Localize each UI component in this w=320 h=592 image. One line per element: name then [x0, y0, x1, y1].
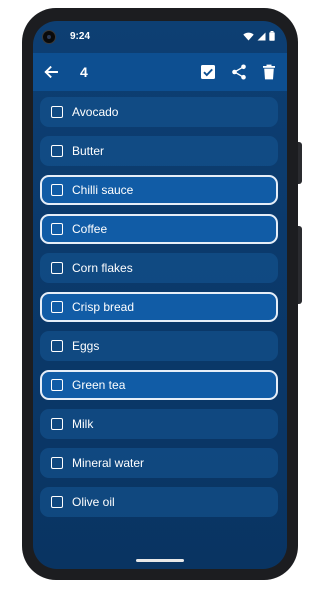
status-bar: 9:24 [33, 21, 287, 53]
signal-icon [257, 32, 266, 40]
item-label: Avocado [72, 105, 119, 119]
item-label: Butter [72, 144, 105, 158]
item-label: Green tea [72, 378, 126, 392]
list-item[interactable]: Avocado [40, 97, 278, 127]
list-item[interactable]: Butter [40, 136, 278, 166]
list-item[interactable]: Corn flakes [40, 253, 278, 283]
status-time: 9:24 [70, 31, 91, 42]
check-box-icon[interactable] [199, 63, 217, 81]
item-label: Crisp bread [72, 300, 135, 314]
app-bar: 4 [33, 53, 287, 91]
checkbox[interactable] [51, 184, 63, 196]
checkbox[interactable] [51, 496, 63, 508]
checkbox[interactable] [51, 262, 63, 274]
checkbox[interactable] [51, 301, 63, 313]
checkbox[interactable] [51, 223, 63, 235]
item-label: Coffee [72, 222, 108, 236]
trash-icon[interactable] [260, 63, 278, 81]
item-label: Chilli sauce [72, 183, 134, 197]
item-label: Mineral water [72, 456, 145, 470]
item-label: Olive oil [72, 495, 115, 509]
list-item-selected[interactable]: Chilli sauce [40, 175, 278, 205]
item-label: Corn flakes [72, 261, 133, 275]
list-item-selected[interactable]: Green tea [40, 370, 278, 400]
front-camera [42, 30, 56, 44]
checkbox[interactable] [51, 340, 63, 352]
checkbox[interactable] [51, 457, 63, 469]
list-item[interactable]: Eggs [40, 331, 278, 361]
screen: 9:24 4 Avocado Butter Chilli sauce Coffe… [33, 21, 287, 569]
arrow-left-icon[interactable] [41, 62, 61, 82]
item-label: Milk [72, 417, 94, 431]
volume-button [298, 226, 302, 304]
list-item[interactable]: Milk [40, 409, 278, 439]
list-item-selected[interactable]: Crisp bread [40, 292, 278, 322]
home-indicator[interactable] [136, 559, 184, 562]
item-label: Eggs [72, 339, 100, 353]
share-icon[interactable] [230, 63, 248, 81]
status-icons [243, 31, 275, 41]
power-button [298, 142, 302, 184]
battery-icon [269, 31, 275, 41]
checkbox[interactable] [51, 145, 63, 157]
checkbox[interactable] [51, 379, 63, 391]
wifi-icon [243, 32, 254, 40]
list-item[interactable]: Mineral water [40, 448, 278, 478]
checkbox[interactable] [51, 418, 63, 430]
selection-count: 4 [80, 64, 88, 80]
list-item-selected[interactable]: Coffee [40, 214, 278, 244]
checkbox[interactable] [51, 106, 63, 118]
list-item[interactable]: Olive oil [40, 487, 278, 517]
